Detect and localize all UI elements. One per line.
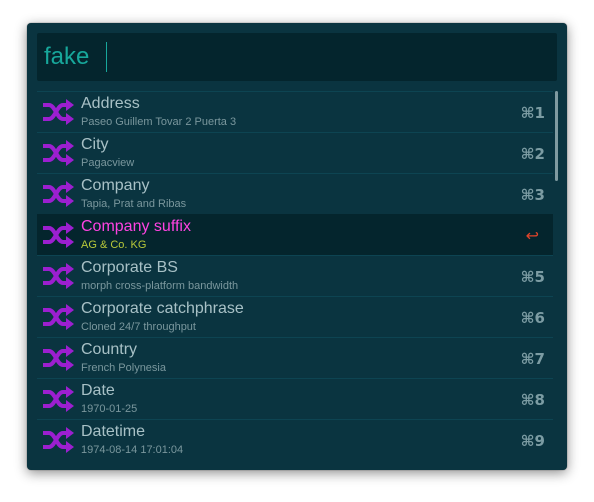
shortcut-label: ⌘8 [520,391,545,409]
shortcut-label: ⌘5 [520,268,545,286]
result-title: Company suffix [81,218,191,235]
result-title: Country [81,341,138,358]
shuffle-icon [43,386,74,412]
result-title: City [81,136,109,153]
shuffle-icon [43,263,74,289]
result-row-corporate-bs[interactable]: Corporate BS morph cross-platform bandwi… [37,255,553,296]
shuffle-icon [43,140,74,166]
shortcut-label: ⌘7 [520,350,545,368]
result-row-country[interactable]: Country French Polynesia ⌘7 [37,337,553,378]
shortcut-label: ⌘1 [520,104,545,122]
shuffle-icon [43,427,74,453]
result-title: Corporate catchphrase [81,300,244,317]
search-field[interactable]: fake [37,33,557,81]
result-row-company[interactable]: Company Tapia, Prat and Ribas ⌘3 [37,173,553,214]
result-subtitle: morph cross-platform bandwidth [81,280,239,292]
result-subtitle: 1970-01-25 [81,403,138,415]
shortcut-label: ⌘2 [520,145,545,163]
text-caret [106,42,107,72]
result-row-datetime[interactable]: Datetime 1974-08-14 17:01:04 ⌘9 [37,419,553,460]
result-row-corporate-catchphrase[interactable]: Corporate catchphrase Cloned 24/7 throug… [37,296,553,337]
result-row-address[interactable]: Address Paseo Guillem Tovar 2 Puerta 3 ⌘… [37,91,553,132]
result-row-company-suffix[interactable]: Company suffix AG & Co. KG ↩ [37,214,553,255]
scrollbar[interactable] [555,91,558,181]
result-subtitle: Pagacview [81,157,135,169]
shuffle-icon [43,222,74,248]
result-row-city[interactable]: City Pagacview ⌘2 [37,132,553,173]
launcher-window: fake Address Paseo Guillem Tovar 2 Puert… [27,23,567,470]
result-subtitle: AG & Co. KG [81,239,147,251]
shuffle-icon [43,181,74,207]
result-subtitle: Paseo Guillem Tovar 2 Puerta 3 [81,116,237,128]
search-query[interactable]: fake [44,44,89,70]
shuffle-icon [43,99,74,125]
shortcut-label: ⌘3 [520,186,545,204]
shortcut-label: ⌘9 [520,432,545,450]
result-subtitle: 1974-08-14 17:01:04 [81,444,184,456]
result-row-date[interactable]: Date 1970-01-25 ⌘8 [37,378,553,419]
return-icon: ↩ [525,226,539,245]
result-title: Datetime [81,423,146,440]
shuffle-icon [43,345,74,371]
result-subtitle: Cloned 24/7 throughput [81,321,196,333]
shortcut-label: ⌘6 [520,309,545,327]
result-subtitle: Tapia, Prat and Ribas [81,198,187,210]
shuffle-icon [43,304,74,330]
result-title: Date [81,382,115,399]
result-title: Address [81,95,140,112]
result-subtitle: French Polynesia [81,362,166,374]
result-title: Company [81,177,150,194]
result-title: Corporate BS [81,259,178,276]
results-list: Address Paseo Guillem Tovar 2 Puerta 3 ⌘… [37,91,553,460]
